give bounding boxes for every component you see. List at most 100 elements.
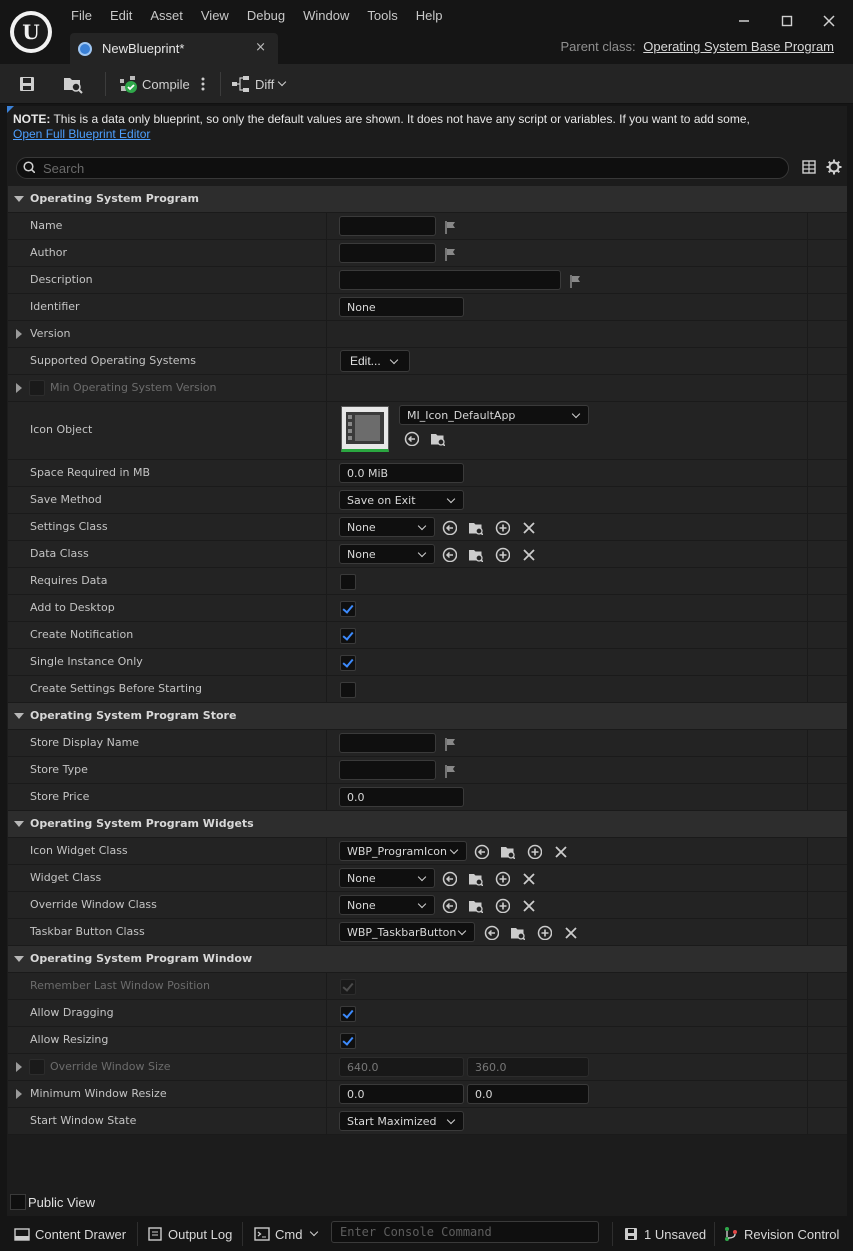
section-store[interactable]: Operating System Program Store — [8, 703, 847, 730]
use-selected-icon[interactable] — [442, 547, 457, 562]
clear-icon[interactable] — [553, 844, 568, 859]
identifier-field[interactable]: None — [339, 297, 464, 317]
menu-window[interactable]: Window — [294, 6, 358, 25]
requires-data-checkbox[interactable] — [340, 574, 356, 590]
add-to-desktop-checkbox[interactable] — [340, 601, 356, 617]
cmd-dropdown[interactable]: Cmd — [254, 1225, 319, 1243]
add-new-icon[interactable] — [495, 520, 510, 535]
settings-gear-icon[interactable] — [826, 159, 842, 175]
use-selected-icon[interactable] — [474, 844, 489, 859]
unsaved-button[interactable]: 1 Unsaved — [624, 1225, 706, 1243]
property-row-version[interactable]: Version — [8, 321, 847, 348]
browse-asset-icon[interactable] — [510, 925, 525, 940]
parent-class-link[interactable]: Operating System Base Program — [643, 39, 834, 54]
search-box[interactable]: Search — [16, 157, 789, 179]
window-size-x-field[interactable]: 640.0 — [339, 1057, 464, 1077]
unreal-logo-icon[interactable]: U — [10, 11, 52, 53]
browse-asset-icon[interactable] — [468, 898, 483, 913]
open-full-editor-link[interactable]: Open Full Blueprint Editor — [13, 127, 150, 141]
allow-dragging-checkbox[interactable] — [340, 1006, 356, 1022]
name-field[interactable] — [339, 216, 436, 236]
space-required-field[interactable]: 0.0 MiB — [339, 463, 464, 483]
menu-tools[interactable]: Tools — [358, 6, 406, 25]
icon-widget-class-combo[interactable]: WBP_ProgramIcon — [339, 841, 467, 861]
section-widgets[interactable]: Operating System Program Widgets — [8, 811, 847, 838]
settings-class-combo[interactable]: None — [339, 517, 435, 537]
use-selected-icon[interactable] — [442, 520, 457, 535]
clear-icon[interactable] — [521, 520, 536, 535]
use-selected-icon[interactable] — [442, 898, 457, 913]
override-window-size-checkbox[interactable] — [29, 1059, 45, 1075]
localization-flag-icon[interactable] — [444, 737, 456, 751]
public-view-toggle[interactable]: Public View — [10, 1194, 95, 1210]
property-matrix-icon[interactable] — [802, 160, 816, 174]
icon-thumbnail[interactable] — [341, 406, 389, 452]
output-log-button[interactable]: Output Log — [148, 1225, 232, 1243]
expand-arrow-icon[interactable] — [16, 1089, 22, 1099]
menu-asset[interactable]: Asset — [141, 6, 192, 25]
clear-icon[interactable] — [521, 898, 536, 913]
store-display-name-field[interactable] — [339, 733, 436, 753]
browse-button[interactable] — [62, 72, 84, 96]
clear-icon[interactable] — [563, 925, 578, 940]
browse-asset-icon[interactable] — [468, 520, 483, 535]
menu-file[interactable]: File — [62, 6, 101, 25]
add-new-icon[interactable] — [527, 844, 542, 859]
tab-new-blueprint[interactable]: NewBlueprint* × — [70, 33, 278, 64]
min-os-enable-checkbox[interactable] — [29, 380, 45, 396]
revision-control-button[interactable]: Revision Control — [723, 1225, 839, 1243]
expand-arrow-icon[interactable] — [16, 1062, 22, 1072]
store-type-field[interactable] — [339, 760, 436, 780]
clear-icon[interactable] — [521, 547, 536, 562]
compile-options-button[interactable] — [200, 72, 206, 96]
override-window-class-combo[interactable]: None — [339, 895, 435, 915]
compile-button[interactable]: Compile — [118, 72, 190, 96]
min-resize-x-field[interactable]: 0.0 — [339, 1084, 464, 1104]
supported-os-edit-button[interactable]: Edit... — [340, 350, 410, 372]
create-settings-checkbox[interactable] — [340, 682, 356, 698]
section-window[interactable]: Operating System Program Window — [8, 946, 847, 973]
add-new-icon[interactable] — [495, 547, 510, 562]
add-new-icon[interactable] — [495, 898, 510, 913]
content-drawer-button[interactable]: Content Drawer — [14, 1225, 126, 1243]
localization-flag-icon[interactable] — [569, 274, 581, 288]
localization-flag-icon[interactable] — [444, 247, 456, 261]
use-selected-icon[interactable] — [404, 431, 419, 446]
localization-flag-icon[interactable] — [444, 220, 456, 234]
add-new-icon[interactable] — [537, 925, 552, 940]
menu-view[interactable]: View — [192, 6, 238, 25]
browse-asset-icon[interactable] — [500, 844, 515, 859]
maximize-button[interactable] — [767, 8, 807, 34]
single-instance-checkbox[interactable] — [340, 655, 356, 671]
tab-close-button[interactable]: × — [255, 40, 266, 55]
create-notification-checkbox[interactable] — [340, 628, 356, 644]
minimize-button[interactable] — [724, 8, 764, 34]
widget-class-combo[interactable]: None — [339, 868, 435, 888]
expand-arrow-icon[interactable] — [16, 329, 22, 339]
use-selected-icon[interactable] — [484, 925, 499, 940]
browse-asset-icon[interactable] — [430, 431, 445, 446]
menu-edit[interactable]: Edit — [101, 6, 141, 25]
diff-button[interactable]: Diff — [231, 72, 287, 96]
expand-arrow-icon[interactable] — [16, 383, 22, 393]
icon-object-combo[interactable]: MI_Icon_DefaultApp — [399, 405, 589, 425]
public-view-checkbox[interactable] — [10, 1194, 26, 1210]
store-price-field[interactable]: 0.0 — [339, 787, 464, 807]
clear-icon[interactable] — [521, 871, 536, 886]
save-method-combo[interactable]: Save on Exit — [339, 490, 464, 510]
localization-flag-icon[interactable] — [444, 764, 456, 778]
browse-asset-icon[interactable] — [468, 871, 483, 886]
close-window-button[interactable] — [809, 8, 849, 34]
start-window-state-combo[interactable]: Start Maximized — [339, 1111, 464, 1131]
window-size-y-field[interactable]: 360.0 — [467, 1057, 589, 1077]
save-button[interactable] — [18, 72, 36, 96]
add-new-icon[interactable] — [495, 871, 510, 886]
section-program[interactable]: Operating System Program — [8, 186, 847, 213]
console-command-input[interactable]: Enter Console Command — [331, 1221, 599, 1243]
allow-resizing-checkbox[interactable] — [340, 1033, 356, 1049]
browse-asset-icon[interactable] — [468, 547, 483, 562]
menu-help[interactable]: Help — [407, 6, 452, 25]
menu-debug[interactable]: Debug — [238, 6, 294, 25]
taskbar-button-class-combo[interactable]: WBP_TaskbarButton — [339, 922, 475, 942]
min-resize-y-field[interactable]: 0.0 — [467, 1084, 589, 1104]
